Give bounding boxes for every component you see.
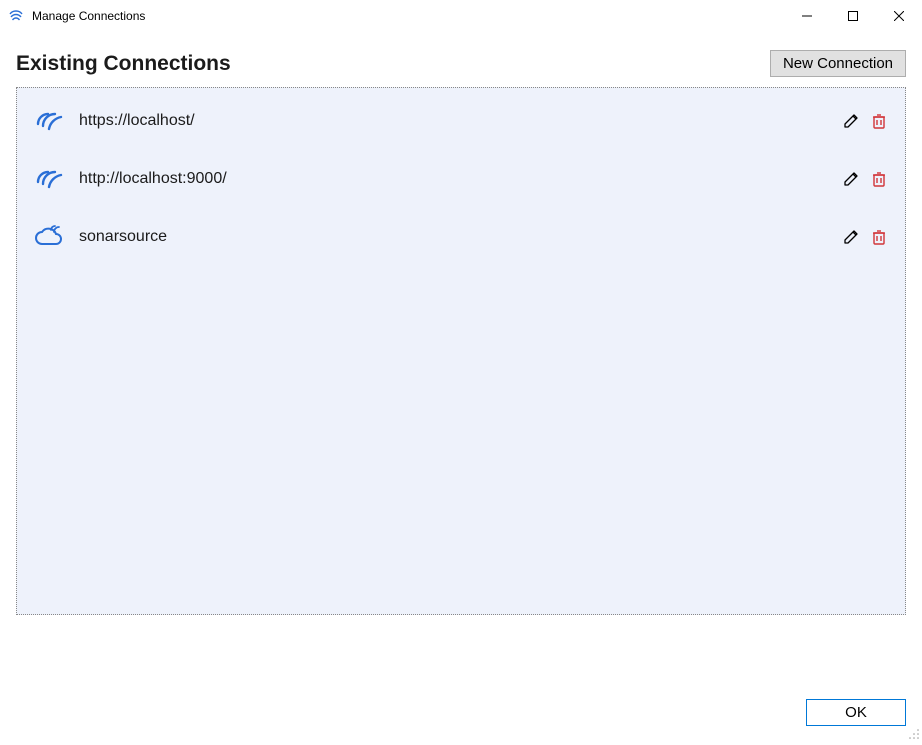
- sonarcloud-icon: [33, 221, 65, 253]
- header-row: Existing Connections New Connection: [16, 50, 906, 77]
- connections-panel: https://localhost/: [16, 87, 906, 615]
- connection-label: http://localhost:9000/: [79, 170, 841, 188]
- connection-label: https://localhost/: [79, 112, 841, 130]
- window-controls: [784, 0, 922, 32]
- edit-icon[interactable]: [841, 111, 861, 131]
- ok-button[interactable]: OK: [806, 699, 906, 726]
- row-actions: [841, 169, 889, 189]
- page-title: Existing Connections: [16, 52, 231, 76]
- app-icon: [8, 8, 24, 24]
- sonarqube-icon: [33, 163, 65, 195]
- new-connection-button[interactable]: New Connection: [770, 50, 906, 77]
- titlebar: Manage Connections: [0, 0, 922, 32]
- connection-row[interactable]: http://localhost:9000/: [29, 158, 893, 200]
- resize-grip[interactable]: [906, 726, 920, 740]
- window-title: Manage Connections: [32, 9, 784, 23]
- delete-icon[interactable]: [869, 111, 889, 131]
- sonarqube-icon: [33, 105, 65, 137]
- edit-icon[interactable]: [841, 227, 861, 247]
- close-button[interactable]: [876, 0, 922, 32]
- connection-row[interactable]: sonarsource: [29, 216, 893, 258]
- row-actions: [841, 227, 889, 247]
- footer: OK: [16, 699, 906, 726]
- content-area: Existing Connections New Connection http…: [0, 32, 922, 631]
- maximize-button[interactable]: [830, 0, 876, 32]
- delete-icon[interactable]: [869, 227, 889, 247]
- delete-icon[interactable]: [869, 169, 889, 189]
- connection-label: sonarsource: [79, 228, 841, 246]
- connection-row[interactable]: https://localhost/: [29, 100, 893, 142]
- edit-icon[interactable]: [841, 169, 861, 189]
- minimize-button[interactable]: [784, 0, 830, 32]
- row-actions: [841, 111, 889, 131]
